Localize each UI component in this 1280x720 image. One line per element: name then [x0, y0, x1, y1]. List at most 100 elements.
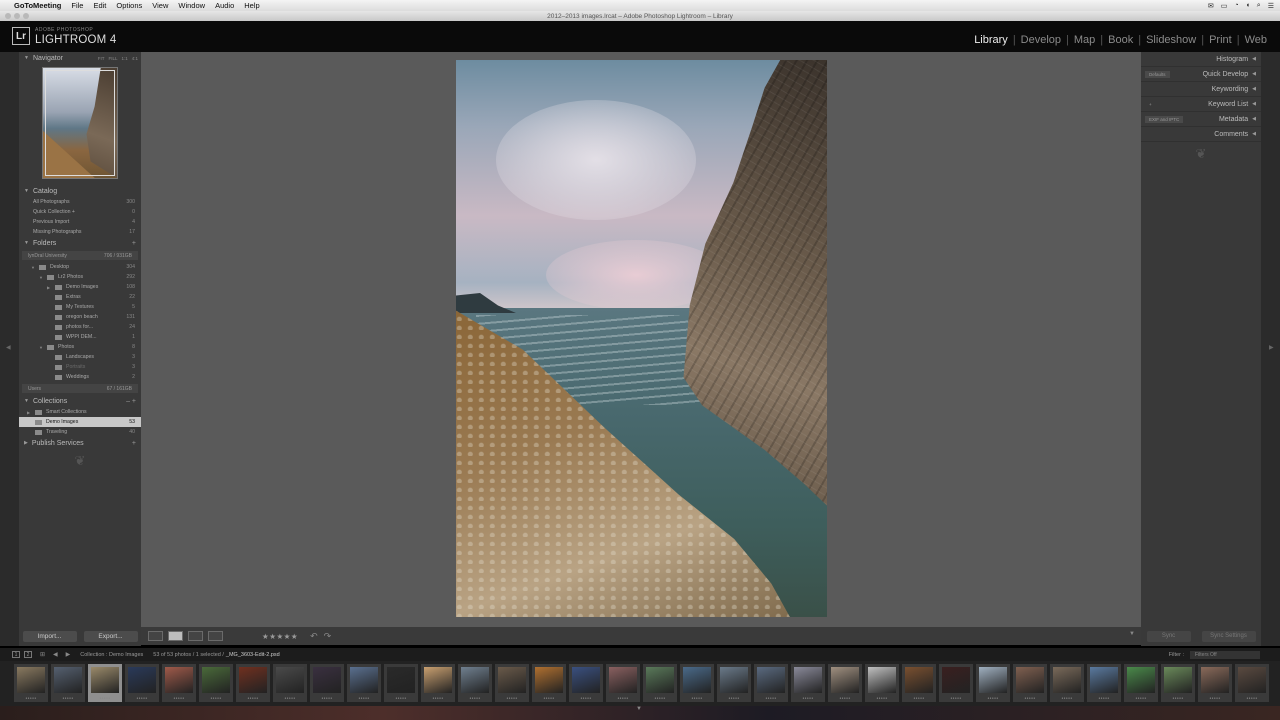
envelope-icon[interactable]: ✉ [1208, 2, 1214, 10]
filmstrip-thumbnail[interactable]: ●●●●● [88, 664, 122, 702]
keyword-list-header[interactable]: + Keyword List ◀ [1141, 97, 1261, 112]
toolbar-menu-icon[interactable]: ▼ [1129, 631, 1135, 637]
navigator-preview[interactable] [42, 67, 118, 179]
zoom-fill[interactable]: FILL [108, 56, 117, 61]
collection-item[interactable]: Demo Images 53 [19, 417, 141, 427]
comments-header[interactable]: Comments ◀ [1141, 127, 1261, 142]
quick-develop-header[interactable]: Defaults Quick Develop ◀ [1141, 67, 1261, 82]
menu-edit[interactable]: Edit [93, 1, 106, 10]
menu-app-name[interactable]: GoToMeeting [14, 1, 61, 10]
folder-item[interactable]: ▼ Lr2 Photos 292 [19, 272, 141, 282]
filmstrip-thumbnail[interactable]: ●●●●● [125, 664, 159, 702]
folder-item[interactable]: Landscapes 3 [19, 352, 141, 362]
forward-arrow-icon[interactable]: ▶ [66, 651, 71, 658]
filmstrip-thumbnail[interactable]: ●●●●● [532, 664, 566, 702]
module-map[interactable]: Map [1069, 34, 1100, 46]
filmstrip-thumbnail[interactable]: ●●●●● [606, 664, 640, 702]
menu-help[interactable]: Help [244, 1, 259, 10]
module-web[interactable]: Web [1240, 34, 1272, 46]
filmstrip-thumbnail[interactable]: ●●●●● [458, 664, 492, 702]
wifi-icon[interactable]: ◔ [1234, 2, 1238, 10]
menu-options[interactable]: Options [116, 1, 142, 10]
menu-file[interactable]: File [71, 1, 83, 10]
right-panel-edge[interactable]: ▶ [1261, 52, 1280, 646]
collection-item[interactable]: Traveling 40 [19, 427, 141, 437]
second-screen-button[interactable]: 2 [24, 651, 32, 658]
filmstrip-thumbnail[interactable]: ●●●●● [421, 664, 455, 702]
filmstrip-thumbnail[interactable]: ●●●●● [902, 664, 936, 702]
window-title-bar[interactable]: 2012–2013 images.lrcat – Adobe Photoshop… [0, 11, 1280, 21]
filmstrip-thumbnail[interactable]: ●●●●● [976, 664, 1010, 702]
filmstrip-thumbnail[interactable]: ●●●●● [939, 664, 973, 702]
folder-item[interactable]: My Textures 5 [19, 302, 141, 312]
filmstrip-thumbnail[interactable]: ●●●●● [1198, 664, 1232, 702]
disclosure-triangle-icon[interactable]: ▶ [27, 410, 35, 415]
sync-settings-button[interactable]: Sync Settings [1201, 630, 1256, 642]
back-arrow-icon[interactable]: ◀ [53, 651, 58, 658]
filmstrip-thumbnail[interactable]: ●●●●● [1161, 664, 1195, 702]
grid-icon[interactable]: ⊞ [40, 651, 45, 658]
module-develop[interactable]: Develop [1016, 34, 1066, 46]
add-publish-service-icon[interactable]: + [132, 440, 136, 447]
menu-window[interactable]: Window [178, 1, 205, 10]
menu-audio[interactable]: Audio [215, 1, 234, 10]
navigator-header[interactable]: ▼ Navigator FIT FILL 1:1 4:1 [19, 52, 141, 64]
publish-services-header[interactable]: ▶ Publish Services + [19, 437, 141, 449]
filmstrip-thumbnail[interactable]: ●●●●● [569, 664, 603, 702]
rating-stars[interactable]: ★★★★★ [262, 632, 298, 641]
collections-header[interactable]: ▼ Collections – + [19, 395, 141, 407]
folder-item[interactable]: ▶ Demo Images 108 [19, 282, 141, 292]
filmstrip-thumbnail[interactable]: ●●●●● [384, 664, 418, 702]
catalog-item[interactable]: Previous Import 4 [19, 217, 141, 227]
filmstrip-thumbnail[interactable]: ●●●●● [1050, 664, 1084, 702]
catalog-item[interactable]: All Photographs 300 [19, 197, 141, 207]
folder-item[interactable]: Portraits 3 [19, 362, 141, 372]
folder-item[interactable]: ▼ Photos 8 [19, 342, 141, 352]
folder-item[interactable]: Weddings 2 [19, 372, 141, 382]
filmstrip-thumbnail[interactable]: ●●●●● [1087, 664, 1121, 702]
survey-view-icon[interactable] [208, 631, 223, 641]
module-book[interactable]: Book [1103, 34, 1138, 46]
keywording-header[interactable]: Keywording ◀ [1141, 82, 1261, 97]
filmstrip-thumbnail[interactable]: ●●●●● [273, 664, 307, 702]
add-folder-icon[interactable]: + [132, 240, 136, 247]
filmstrip-thumbnail[interactable]: ●●●●● [51, 664, 85, 702]
rotate-right-icon[interactable]: ↷ [324, 631, 332, 642]
navigator-viewport-frame[interactable] [45, 70, 115, 176]
metadata-set-select[interactable]: EXIF and IPTC [1145, 116, 1184, 123]
filmstrip-thumbnail[interactable]: ●●●●● [162, 664, 196, 702]
filmstrip-thumbnail[interactable]: ●●●●● [1013, 664, 1047, 702]
filmstrip-thumbnail[interactable]: ●●●●● [1235, 664, 1269, 702]
folders-header[interactable]: ▼ Folders + [19, 237, 141, 249]
filmstrip-thumbnail[interactable]: ●●●●● [495, 664, 529, 702]
export-button[interactable]: Export... [83, 630, 138, 642]
filmstrip-thumbnail[interactable]: ●●●●● [828, 664, 862, 702]
folder-item[interactable]: WPPI DEM... 1 [19, 332, 141, 342]
metadata-header[interactable]: EXIF and IPTC Metadata ◀ [1141, 112, 1261, 127]
volume-bar[interactable]: lynDral University 706 / 931GB [22, 251, 138, 260]
catalog-item[interactable]: Missing Photographs 17 [19, 227, 141, 237]
folder-item[interactable]: photos for... 24 [19, 322, 141, 332]
zoom-1-1[interactable]: 1:1 [121, 56, 127, 61]
filmstrip-thumbnail[interactable]: ●●●●● [310, 664, 344, 702]
left-panel-edge[interactable]: ◀ [0, 52, 19, 646]
list-icon[interactable]: ☰ [1268, 2, 1274, 10]
tv-icon[interactable]: ▭ [1221, 2, 1228, 10]
volume-icon[interactable]: ◖ [1246, 2, 1250, 10]
minimize-window-button[interactable] [14, 13, 20, 19]
volume-bar[interactable]: Users 67 / 161GB [22, 384, 138, 393]
search-icon[interactable]: ⌕ [1257, 2, 1261, 10]
collection-item[interactable]: ▶ Smart Collections [19, 407, 141, 417]
collapse-right-icon[interactable]: ▶ [1269, 344, 1274, 351]
folder-item[interactable]: Extras 22 [19, 292, 141, 302]
histogram-header[interactable]: Histogram ◀ [1141, 52, 1261, 67]
add-collection-icon[interactable]: – + [126, 398, 136, 405]
preset-select[interactable]: Defaults [1145, 71, 1170, 78]
filmstrip-thumbnail[interactable]: ●●●●● [791, 664, 825, 702]
disclosure-triangle-icon[interactable]: ▼ [31, 265, 39, 270]
filter-select[interactable]: Filters Off [1190, 650, 1260, 659]
zoom-4-1[interactable]: 4:1 [132, 56, 138, 61]
filmstrip-thumbnail[interactable]: ●●●●● [236, 664, 270, 702]
collapse-left-icon[interactable]: ◀ [6, 344, 11, 351]
filmstrip-thumbnail[interactable]: ●●●●● [643, 664, 677, 702]
